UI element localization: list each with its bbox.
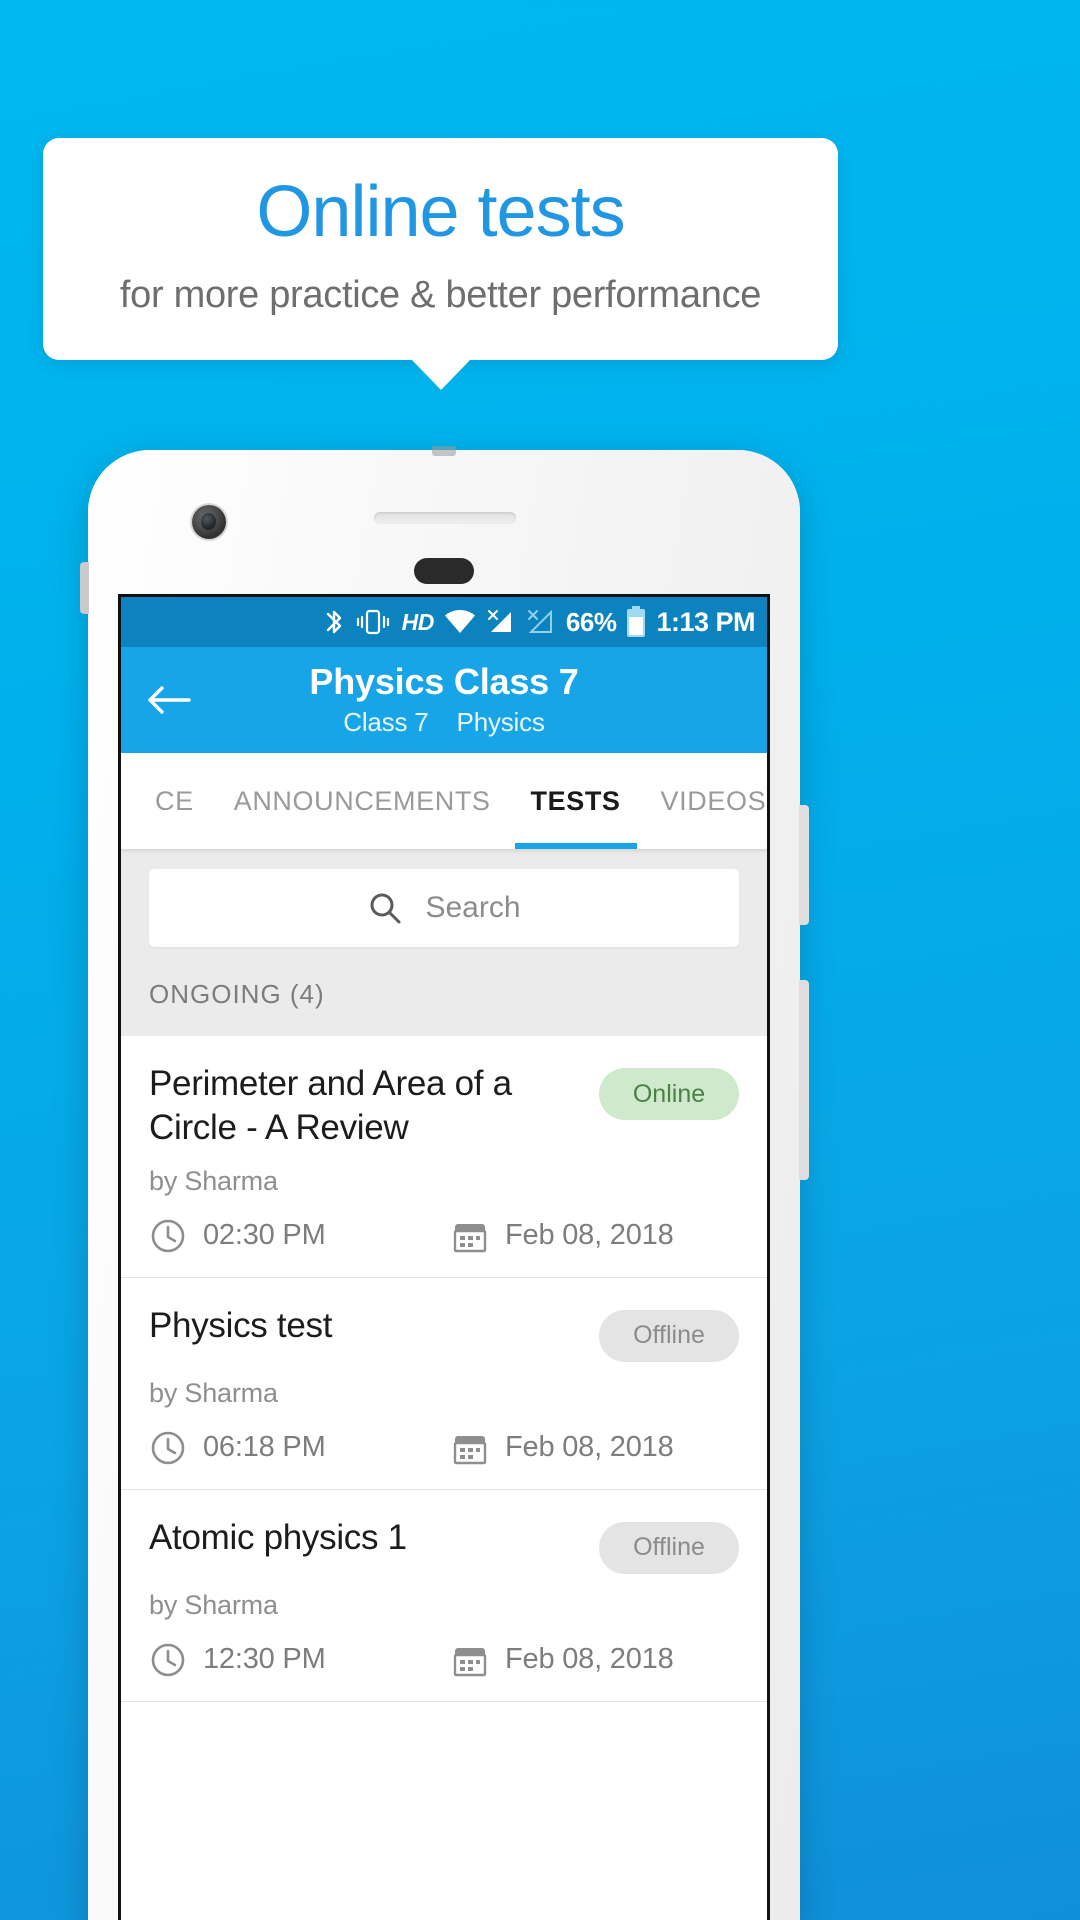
- search-input[interactable]: Search: [149, 869, 739, 947]
- promo-title: Online tests: [256, 171, 625, 252]
- test-meta: 12:30 PM Feb 08, 2018: [149, 1641, 739, 1679]
- tab-tests[interactable]: TESTS: [511, 753, 641, 849]
- signal-sim1-no-service-icon: [486, 609, 516, 636]
- arrow-back-icon: [146, 683, 192, 717]
- vibrate-icon: [354, 608, 392, 636]
- test-date: Feb 08, 2018: [451, 1429, 674, 1467]
- proximity-sensor: [414, 558, 474, 584]
- tab-announcements[interactable]: ANNOUNCEMENTS: [214, 753, 511, 849]
- clock-icon: [149, 1429, 187, 1467]
- search-container: Search: [121, 849, 767, 965]
- test-time-label: 02:30 PM: [203, 1219, 326, 1251]
- app-bar-title-group: Physics Class 7 Class 7 Physics: [121, 662, 767, 737]
- test-title: Perimeter and Area of a Circle - A Revie…: [149, 1064, 512, 1147]
- test-author: by Sharma: [149, 1165, 278, 1196]
- calendar-icon: [451, 1217, 489, 1255]
- test-card-header: Physics test Offline: [149, 1304, 739, 1362]
- hd-icon: HD: [401, 608, 435, 635]
- calendar-icon: [451, 1429, 489, 1467]
- back-button[interactable]: [121, 683, 217, 717]
- test-date-label: Feb 08, 2018: [505, 1643, 674, 1675]
- test-date-label: Feb 08, 2018: [505, 1431, 674, 1463]
- wifi-icon: [444, 609, 476, 635]
- test-time: 06:18 PM: [149, 1429, 451, 1467]
- test-title: Physics test: [149, 1305, 333, 1345]
- promo-subtitle: for more practice & better performance: [119, 273, 762, 316]
- earpiece-speaker: [374, 512, 516, 524]
- test-date: Feb 08, 2018: [451, 1217, 674, 1255]
- status-badge: Online: [599, 1068, 739, 1120]
- bluetooth-icon: [324, 607, 344, 637]
- battery-icon: [626, 606, 646, 638]
- signal-sim2-no-service-icon: [526, 609, 556, 636]
- tab-ce[interactable]: CE: [121, 753, 214, 849]
- section-header-ongoing: ONGOING (4): [121, 965, 767, 1036]
- test-time-label: 12:30 PM: [203, 1643, 326, 1675]
- status-bar: HD 66% 1:13 PM: [121, 597, 767, 647]
- test-date: Feb 08, 2018: [451, 1641, 674, 1679]
- status-badge: Offline: [599, 1521, 739, 1574]
- test-time: 02:30 PM: [149, 1217, 451, 1255]
- test-time-label: 06:18 PM: [203, 1431, 326, 1463]
- test-meta: 02:30 PM Feb 08, 2018: [149, 1217, 739, 1255]
- test-author: by Sharma: [149, 1377, 278, 1408]
- test-meta: 06:18 PM Feb 08, 2018: [149, 1429, 739, 1467]
- phone-antenna-line: [432, 446, 456, 456]
- test-date-label: Feb 08, 2018: [505, 1219, 674, 1251]
- clock-icon: [149, 1641, 187, 1679]
- page-title: Physics Class 7: [309, 661, 579, 703]
- front-camera-icon: [192, 505, 226, 539]
- calendar-icon: [451, 1641, 489, 1679]
- phone-power-button: [799, 980, 809, 1180]
- tab-bar: CE ANNOUNCEMENTS TESTS VIDEOS: [121, 753, 767, 849]
- search-placeholder: Search: [425, 891, 521, 924]
- test-time: 12:30 PM: [149, 1641, 451, 1679]
- promo-callout: Online tests for more practice & better …: [43, 138, 838, 360]
- breadcrumb: Class 7 Physics: [121, 707, 767, 738]
- tests-list: Perimeter and Area of a Circle - A Revie…: [121, 1036, 767, 1702]
- tab-videos[interactable]: VIDEOS: [641, 753, 767, 849]
- phone-screen: HD 66% 1:13 PM Physics Class 7 Class 7 P…: [118, 594, 770, 1920]
- list-item[interactable]: Perimeter and Area of a Circle - A Revie…: [121, 1036, 767, 1278]
- search-icon: [367, 890, 403, 926]
- test-author: by Sharma: [149, 1589, 278, 1620]
- list-item[interactable]: Physics test Offline by Sharma 06:18 PM: [121, 1278, 767, 1490]
- clock-icon: [149, 1217, 187, 1255]
- status-badge: Offline: [599, 1309, 739, 1362]
- battery-percent-label: 66%: [565, 606, 617, 637]
- app-bar: Physics Class 7 Class 7 Physics: [121, 647, 767, 753]
- phone-mockup: HD 66% 1:13 PM Physics Class 7 Class 7 P…: [80, 446, 809, 1920]
- promo-callout-tail: [410, 358, 472, 390]
- test-card-header: Perimeter and Area of a Circle - A Revie…: [149, 1062, 739, 1150]
- breadcrumb-class: Class 7: [343, 706, 429, 737]
- phone-left-button: [80, 562, 89, 614]
- test-card-header: Atomic physics 1 Offline: [149, 1516, 739, 1574]
- phone-volume-button: [799, 805, 809, 925]
- list-item[interactable]: Atomic physics 1 Offline by Sharma 12:30…: [121, 1490, 767, 1702]
- clock-label: 1:13 PM: [656, 606, 755, 637]
- breadcrumb-subject: Physics: [456, 706, 545, 737]
- test-title: Atomic physics 1: [149, 1517, 407, 1557]
